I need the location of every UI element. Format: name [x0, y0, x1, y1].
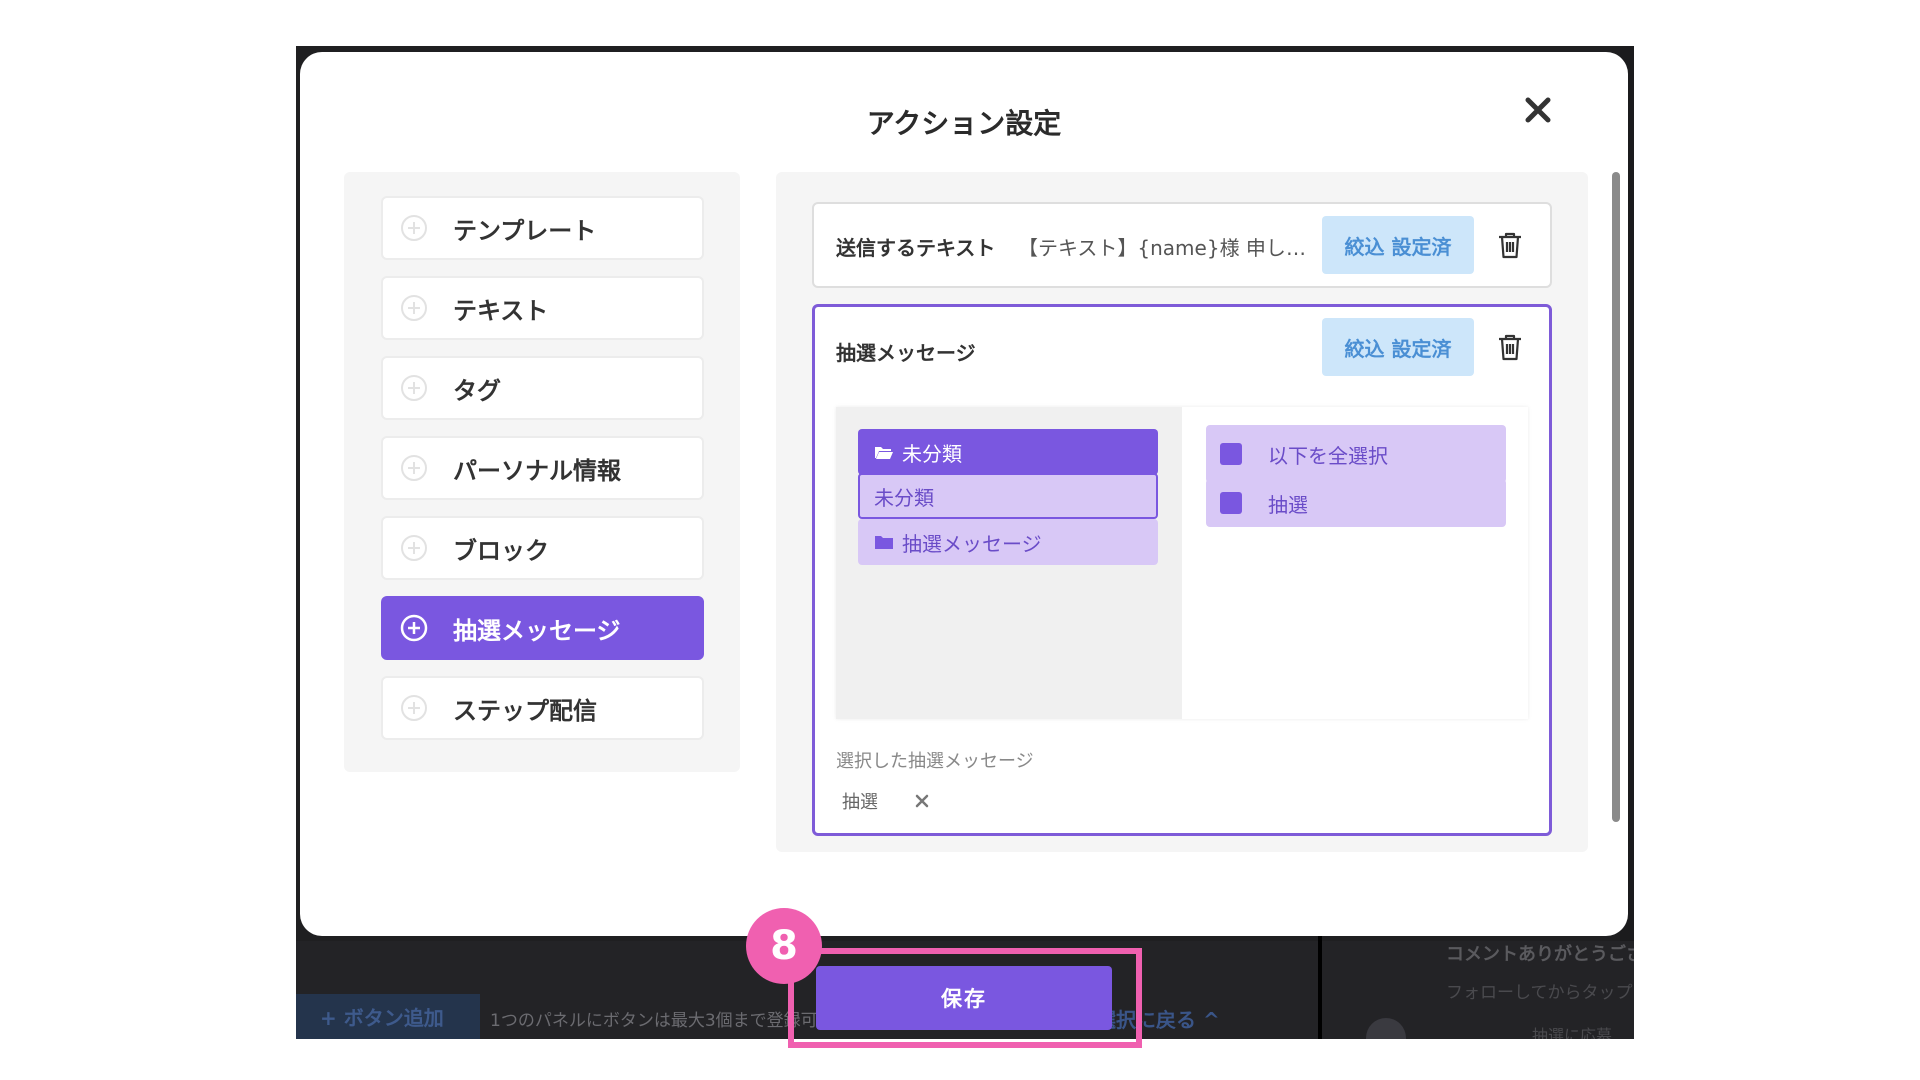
checkbox-icon: [1220, 492, 1242, 514]
folder-open-icon: [875, 447, 893, 459]
close-icon: [1525, 97, 1551, 123]
lottery-filter-button[interactable]: 絞込 設定済: [1322, 318, 1474, 376]
lottery-message-picker: 未分類 未分類 抽選メッセージ 以下を全選択 抽選: [836, 407, 1528, 719]
checkbox-icon: [1220, 443, 1242, 465]
add-button-button[interactable]: + ボタン追加: [296, 994, 480, 1039]
menu-item-label: タグ: [453, 376, 501, 405]
text-filter-button[interactable]: 絞込 設定済: [1322, 216, 1474, 274]
plus-circle-icon: [401, 535, 427, 561]
folder-item-uncategorized[interactable]: 未分類: [858, 473, 1158, 519]
menu-item-label: ステップ配信: [453, 696, 597, 725]
selected-lottery-tag: 抽選: [836, 785, 930, 817]
close-button[interactable]: [1518, 90, 1558, 130]
remove-tag-icon[interactable]: [914, 793, 930, 809]
plus-circle-icon: [401, 695, 427, 721]
menu-item-block[interactable]: ブロック: [381, 516, 704, 580]
folder-item-lottery-message[interactable]: 抽選メッセージ: [858, 519, 1158, 565]
text-action-card[interactable]: 送信するテキスト 【テキスト】{name}様 申し訳ございません、 絞込 設定済: [812, 202, 1552, 288]
lottery-action-label: 抽選メッセージ: [836, 341, 976, 365]
action-settings-modal: アクション設定 テンプレート テキスト タグ パーソナル情報 ブロック 抽選メッ…: [300, 52, 1628, 936]
menu-item-label: テキスト: [453, 296, 549, 325]
menu-item-step-delivery[interactable]: ステップ配信: [381, 676, 704, 740]
folder-item-uncategorized-open[interactable]: 未分類: [858, 429, 1158, 475]
preview-comment-action: 抽選に応募: [1532, 1026, 1613, 1039]
background-divider: [1318, 931, 1322, 1039]
menu-item-personal-info[interactable]: パーソナル情報: [381, 436, 704, 500]
select-all-checkbox[interactable]: 以下を全選択: [1206, 425, 1506, 483]
menu-item-label: 抽選メッセージ: [453, 616, 621, 645]
step-number-badge: 8: [746, 908, 822, 984]
configured-actions-panel: 送信するテキスト 【テキスト】{name}様 申し訳ございません、 絞込 設定済…: [776, 172, 1588, 852]
lottery-option-checkbox[interactable]: 抽選: [1206, 479, 1506, 527]
menu-item-label: パーソナル情報: [453, 456, 621, 485]
plus-circle-icon: [401, 455, 427, 481]
menu-item-label: ブロック: [453, 536, 549, 565]
preview-comment-title: コメントありがとうござい: [1446, 944, 1634, 965]
action-type-menu: テンプレート テキスト タグ パーソナル情報 ブロック 抽選メッセージ ステップ…: [344, 172, 740, 772]
preview-comment-body: フォローしてからタップ: [1446, 983, 1633, 1003]
modal-title: アクション設定: [866, 107, 1062, 140]
folder-label: 未分類: [874, 485, 934, 510]
trash-icon[interactable]: [1496, 230, 1524, 260]
menu-item-tag[interactable]: タグ: [381, 356, 704, 420]
lottery-option-label: 抽選: [1268, 492, 1308, 517]
menu-item-lottery-message[interactable]: 抽選メッセージ: [381, 596, 704, 660]
plus-circle-icon: [400, 614, 428, 642]
text-action-label: 送信するテキスト: [836, 236, 996, 260]
lottery-action-card[interactable]: 抽選メッセージ 絞込 設定済 未分類 未分類 抽選メッセージ 以下を全選択 抽選…: [812, 304, 1552, 836]
plus-circle-icon: [401, 215, 427, 241]
save-button[interactable]: 保存: [816, 966, 1112, 1030]
folder-label: 抽選メッセージ: [902, 531, 1042, 556]
text-action-preview: 【テキスト】{name}様 申し訳ございません、: [1018, 236, 1322, 260]
trash-icon[interactable]: [1496, 332, 1524, 362]
plus-circle-icon: [401, 295, 427, 321]
menu-item-text[interactable]: テキスト: [381, 276, 704, 340]
folder-list: 未分類 未分類 抽選メッセージ: [836, 407, 1182, 719]
selected-lottery-label: 選択した抽選メッセージ: [836, 751, 1034, 772]
folder-icon: [875, 536, 893, 549]
selected-tag-label: 抽選: [842, 792, 878, 813]
plus-circle-icon: [401, 375, 427, 401]
modal-scrollbar[interactable]: [1612, 172, 1620, 822]
menu-item-template[interactable]: テンプレート: [381, 196, 704, 260]
select-all-label: 以下を全選択: [1268, 443, 1388, 468]
menu-item-label: テンプレート: [453, 216, 597, 245]
folder-label: 未分類: [902, 441, 962, 466]
button-limit-note: 1つのパネルにボタンは最大3個まで登録可能: [490, 1011, 835, 1031]
